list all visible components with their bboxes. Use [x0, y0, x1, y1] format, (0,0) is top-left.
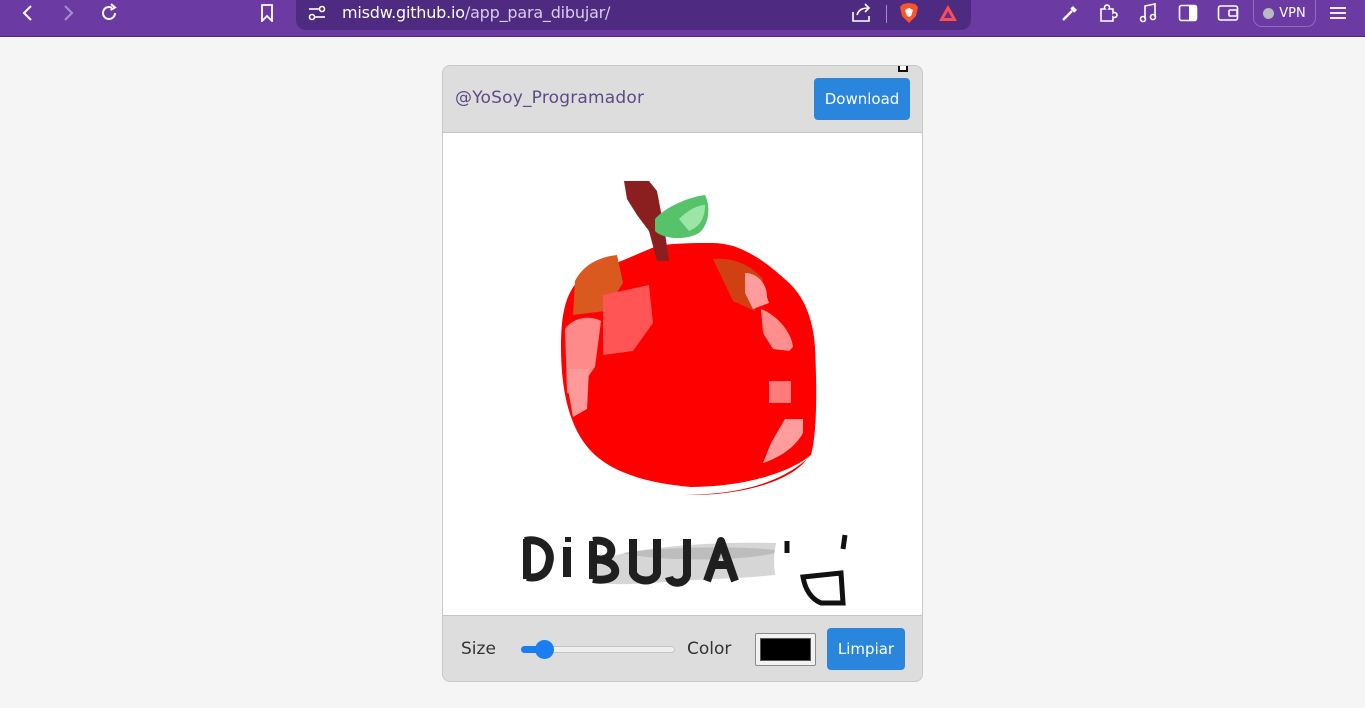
bookmark-icon[interactable]	[252, 0, 282, 26]
vpn-status-icon	[1263, 7, 1275, 19]
menu-icon[interactable]	[1323, 0, 1353, 26]
brave-rewards-icon[interactable]	[933, 0, 963, 26]
color-label: Color	[687, 639, 732, 659]
url-host: misdw.github.io	[342, 3, 465, 22]
forward-icon[interactable]	[53, 0, 83, 26]
color-swatch	[760, 638, 811, 661]
drawing-app-card: @YoSoy_Programador Download Size Color L…	[442, 65, 923, 682]
size-slider-thumb[interactable]	[534, 640, 554, 659]
resize-handle[interactable]	[898, 66, 908, 72]
download-button[interactable]: Download	[814, 78, 910, 120]
share-icon[interactable]	[846, 0, 876, 26]
brand-title: @YoSoy_Programador	[455, 88, 645, 108]
back-icon[interactable]	[13, 0, 43, 26]
reload-icon[interactable]	[94, 0, 124, 26]
vpn-label: VPN	[1279, 5, 1306, 21]
apple-highlight	[769, 381, 791, 403]
url-path: /app_para_dibujar/	[464, 3, 611, 22]
clear-button[interactable]: Limpiar	[827, 628, 905, 670]
extensions-icon[interactable]	[1093, 0, 1123, 26]
eyedropper-icon[interactable]	[1055, 0, 1085, 26]
color-picker[interactable]	[755, 633, 816, 666]
drawing-art	[523, 181, 848, 606]
brave-shields-icon[interactable]	[894, 0, 924, 26]
url-text[interactable]: misdw.github.io/app_para_dibujar/	[342, 3, 610, 22]
drawing-canvas[interactable]	[443, 133, 922, 615]
browser-toolbar: misdw.github.io/app_para_dibujar/ VPN	[0, 0, 1365, 37]
vpn-button[interactable]: VPN	[1253, 0, 1316, 27]
media-icon[interactable]	[1133, 0, 1163, 26]
size-label: Size	[461, 639, 496, 659]
card-header: @YoSoy_Programador Download	[443, 66, 922, 133]
url-separator	[886, 5, 887, 23]
address-bar[interactable]: misdw.github.io/app_para_dibujar/	[296, 0, 971, 30]
wallet-icon[interactable]	[1213, 0, 1243, 26]
sidebar-icon[interactable]	[1173, 0, 1203, 26]
card-footer: Size Color Limpiar	[443, 615, 922, 681]
dibuja-dot	[565, 537, 571, 542]
size-slider[interactable]	[521, 639, 675, 659]
site-settings-icon[interactable]	[302, 0, 332, 26]
